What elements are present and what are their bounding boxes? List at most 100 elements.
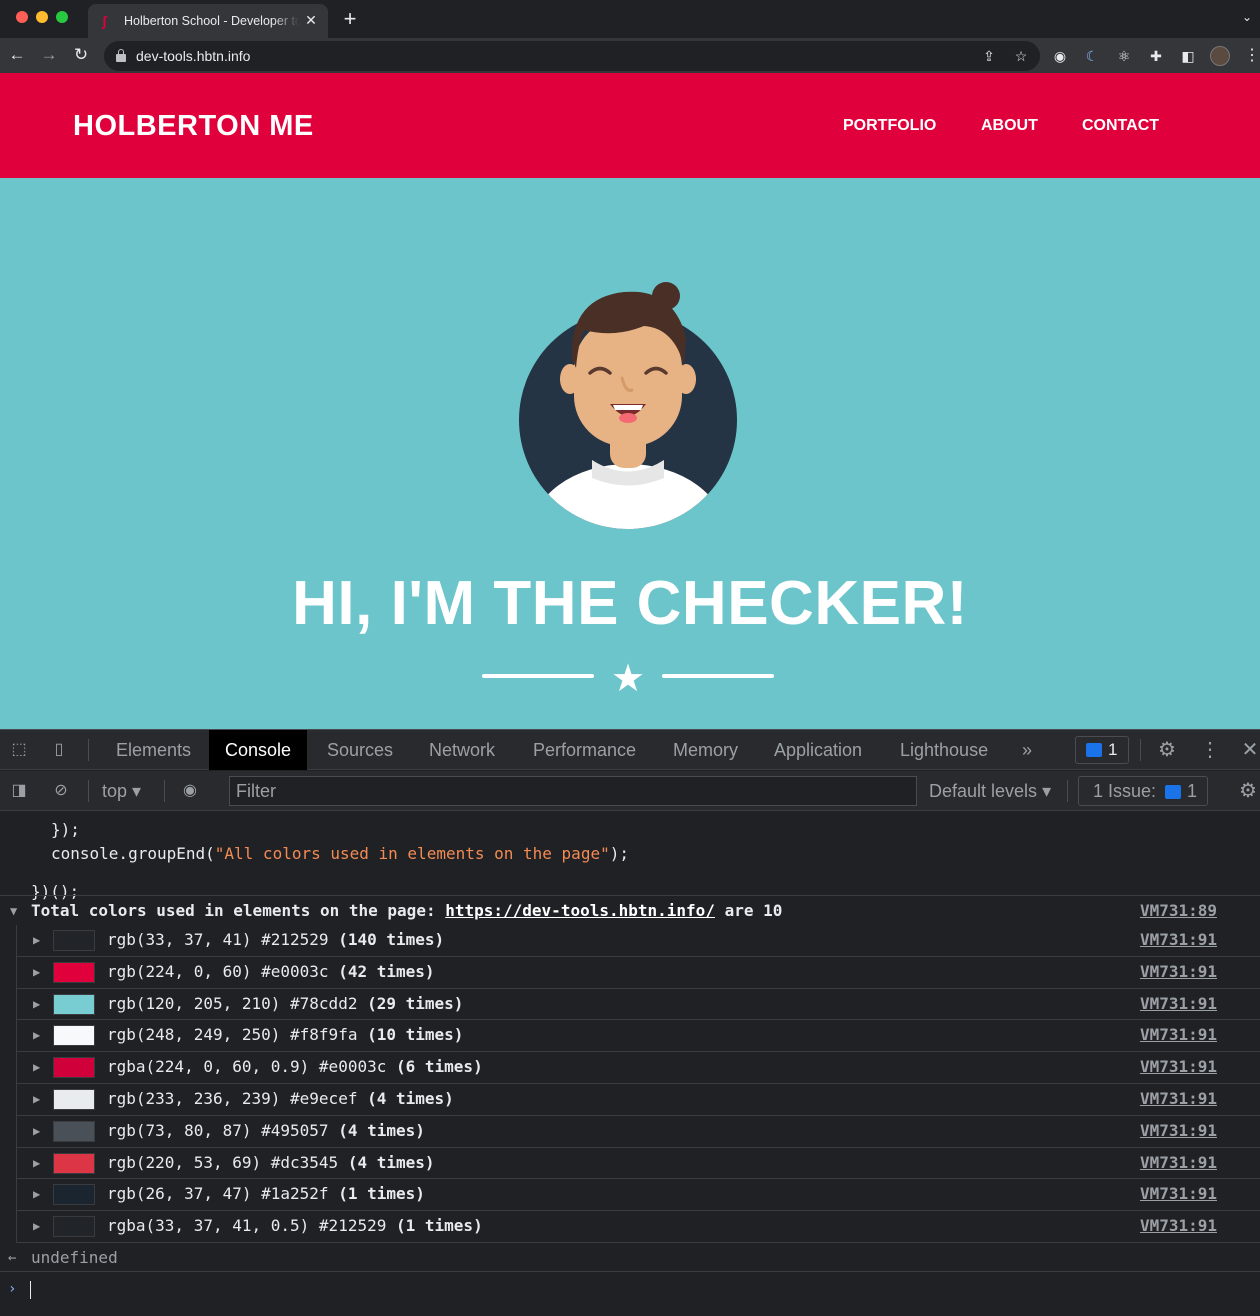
source-link[interactable]: VM731:91	[1140, 1025, 1217, 1045]
color-swatch[interactable]	[53, 1025, 95, 1047]
messages-badge[interactable]: 1	[1075, 736, 1129, 764]
forward-icon[interactable]: →	[38, 44, 60, 66]
expand-arrow-icon[interactable]: ▶	[33, 1089, 40, 1109]
reload-icon[interactable]: ↻	[70, 44, 92, 66]
source-link[interactable]: VM731:91	[1140, 930, 1217, 950]
close-window-button[interactable]	[16, 11, 28, 23]
color-value: rgb(220, 53, 69) #dc3545	[107, 1152, 339, 1172]
address-bar[interactable]: dev-tools.hbtn.info ⇪ ☆	[104, 41, 1040, 71]
source-link[interactable]: VM731:91	[1140, 962, 1217, 982]
expand-arrow-icon[interactable]: ▶	[33, 1121, 40, 1141]
color-text: rgb(26, 37, 47) #1a252f (1 times)	[107, 1184, 425, 1204]
source-link[interactable]: VM731:89	[1140, 901, 1217, 921]
color-row[interactable]: ▶ rgb(120, 205, 210) #78cdd2 (29 times) VM…	[17, 989, 1260, 1021]
color-row[interactable]: ▶ rgba(33, 37, 41, 0.5) #212529 (1 times)…	[17, 1211, 1260, 1243]
sidebar-icon[interactable]: ◧	[1178, 46, 1198, 66]
color-swatch[interactable]	[53, 1216, 95, 1238]
log-levels-dropdown[interactable]: Default levels ▾	[929, 780, 1051, 802]
color-swatch[interactable]	[53, 993, 95, 1015]
nav-about[interactable]: ABOUT	[981, 116, 1038, 136]
nav-portfolio[interactable]: PORTFOLIO	[843, 116, 936, 136]
page-url-link[interactable]: https://dev-tools.hbtn.info/	[445, 901, 715, 920]
issues-button[interactable]: 1 Issue: 1	[1078, 776, 1208, 806]
color-row[interactable]: ▶ rgb(233, 236, 239) #e9ecef (4 times) VM7…	[17, 1084, 1260, 1116]
expand-arrow-icon[interactable]: ▶	[33, 1057, 40, 1077]
filter-field[interactable]	[229, 776, 917, 806]
minimize-window-button[interactable]	[36, 11, 48, 23]
close-devtools-icon[interactable]: ✕	[1239, 739, 1260, 761]
color-row[interactable]: ▶ rgb(248, 249, 250) #f8f9fa (10 times) VM…	[17, 1020, 1260, 1053]
lock-icon[interactable]	[116, 49, 126, 62]
filter-input[interactable]	[230, 777, 916, 805]
expand-arrow-icon[interactable]: ▶	[33, 1184, 40, 1204]
tab-application[interactable]: Application	[758, 730, 878, 770]
site-brand[interactable]: HOLBERTON ME	[73, 109, 314, 143]
source-link[interactable]: VM731:91	[1140, 1057, 1217, 1077]
color-row[interactable]: ▶ rgb(73, 80, 87) #495057 (4 times) VM731:…	[17, 1116, 1260, 1148]
back-icon[interactable]: ←	[6, 44, 28, 66]
live-expression-eye-icon[interactable]: ◉	[179, 780, 201, 802]
color-value: rgb(33, 37, 41) #212529	[107, 930, 329, 949]
device-toolbar-icon[interactable]: ▯	[48, 739, 70, 761]
maximize-window-button[interactable]	[56, 11, 68, 23]
tab-memory[interactable]: Memory	[657, 730, 754, 770]
color-swatch[interactable]	[53, 1088, 95, 1110]
tab-close-icon[interactable]: ✕	[302, 11, 320, 29]
expand-arrow-icon[interactable]: ▶	[33, 1025, 40, 1045]
source-link[interactable]: VM731:91	[1140, 1184, 1217, 1204]
source-link[interactable]: VM731:91	[1140, 1153, 1217, 1173]
source-link[interactable]: VM731:91	[1140, 994, 1217, 1014]
devtools-menu-icon[interactable]: ⋮	[1199, 739, 1221, 761]
extension-eyes-icon[interactable]: ◉	[1050, 46, 1070, 66]
color-swatch[interactable]	[53, 1152, 95, 1174]
console-sidebar-icon[interactable]: ◨	[8, 780, 30, 802]
expand-arrow-icon[interactable]: ▶	[33, 1153, 40, 1173]
expand-arrow-icon[interactable]: ▶	[33, 1216, 40, 1236]
console-settings-gear-icon[interactable]: ⚙	[1237, 780, 1259, 802]
color-swatch[interactable]	[53, 961, 95, 983]
prompt-chevron-icon: ›	[8, 1281, 17, 1297]
profile-avatar[interactable]	[1210, 46, 1230, 66]
context-selector[interactable]: top ▾	[102, 780, 141, 802]
new-tab-button[interactable]: +	[340, 8, 360, 30]
settings-gear-icon[interactable]: ⚙	[1156, 739, 1178, 761]
expand-arrow-icon[interactable]: ▶	[33, 930, 40, 950]
clear-console-icon[interactable]: ⊘	[50, 780, 72, 802]
url-text[interactable]: dev-tools.hbtn.info	[136, 48, 250, 64]
console-group-header[interactable]: ▼ Total colors used in elements on the p…	[0, 895, 1260, 925]
tab-lighthouse[interactable]: Lighthouse	[884, 730, 1004, 770]
tab-elements[interactable]: Elements	[100, 730, 207, 770]
bookmark-star-icon[interactable]: ☆	[1012, 47, 1030, 65]
color-row[interactable]: ▶ rgb(26, 37, 47) #1a252f (1 times) VM731:…	[17, 1179, 1260, 1212]
expand-arrow-icon[interactable]: ▶	[33, 962, 40, 982]
menu-icon[interactable]: ⋮	[1244, 46, 1260, 66]
expand-arrow-icon[interactable]: ▶	[33, 994, 40, 1014]
collapse-arrow-icon[interactable]: ▼	[10, 901, 24, 921]
inspect-element-icon[interactable]: ⬚	[8, 739, 30, 761]
source-link[interactable]: VM731:91	[1140, 1121, 1217, 1141]
browser-tab[interactable]: ʃ Holberton School - Developer tools ✕	[88, 4, 328, 38]
tab-console[interactable]: Console	[209, 730, 308, 770]
color-row[interactable]: ▶ rgb(220, 53, 69) #dc3545 (4 times) VM731…	[17, 1148, 1260, 1180]
tab-sources[interactable]: Sources	[311, 730, 409, 770]
share-icon[interactable]: ⇪	[980, 47, 998, 65]
console-input[interactable]	[28, 1278, 1228, 1300]
color-swatch[interactable]	[53, 1057, 95, 1079]
more-tabs-icon[interactable]: »	[1016, 739, 1038, 761]
tab-network[interactable]: Network	[413, 730, 511, 770]
color-swatch[interactable]	[53, 930, 95, 951]
nav-contact[interactable]: CONTACT	[1082, 116, 1159, 136]
source-link[interactable]: VM731:91	[1140, 1216, 1217, 1236]
extension-moon-icon[interactable]: ☾	[1082, 46, 1102, 66]
source-link[interactable]: VM731:91	[1140, 1089, 1217, 1109]
color-row[interactable]: ▶ rgba(224, 0, 60, 0.9) #e0003c (6 times)…	[17, 1052, 1260, 1084]
puzzle-icon[interactable]: ✚	[1146, 46, 1166, 66]
color-row[interactable]: ▶ rgb(224, 0, 60) #e0003c (42 times) VM731…	[17, 957, 1260, 989]
color-swatch[interactable]	[53, 1184, 95, 1206]
react-devtools-icon[interactable]: ⚛	[1114, 46, 1134, 66]
tab-search-icon[interactable]: ⌄	[1242, 10, 1256, 24]
console-prompt[interactable]: ›	[0, 1274, 1260, 1304]
tab-performance[interactable]: Performance	[517, 730, 652, 770]
color-row[interactable]: ▶ rgb(33, 37, 41) #212529 (140 times) VM73…	[17, 925, 1260, 957]
color-swatch[interactable]	[53, 1120, 95, 1142]
